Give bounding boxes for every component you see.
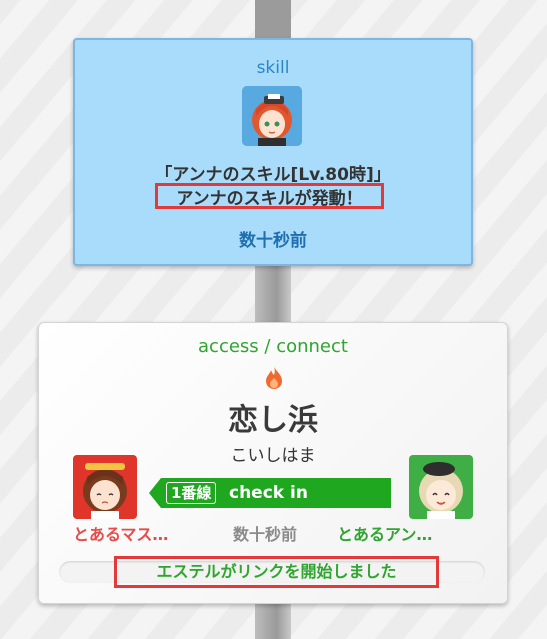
skill-title: skill [256,58,290,78]
link-start-message: エステルがリンクを開始しました [114,556,439,588]
right-user-avatar-icon[interactable] [409,455,473,519]
checkin-label: check in [229,483,308,503]
flame-icon [264,366,284,390]
sign-pole-bottom [255,602,291,639]
access-card[interactable]: access / connect 恋し浜 こいしはま 1番線 check in [38,322,508,604]
anna-avatar-icon[interactable] [242,86,302,146]
right-user-name[interactable]: とあるアン… [337,521,432,545]
access-timestamp: 数十秒前 [233,525,298,544]
access-title: access / connect [198,336,348,357]
skill-name: 「アンナのスキル[Lv.80時]」 [155,165,391,185]
line-number-badge: 1番線 [166,482,217,504]
skill-timestamp: 数十秒前 [239,231,307,251]
skill-activated-message: アンナのスキルが発動！ [155,183,384,209]
skill-card[interactable]: skill 「アンナのスキル[Lv.80時]」 アンナのスキルが発動！ 数十秒前 [73,38,473,266]
left-user-name[interactable]: とあるマス… [73,521,168,545]
checkin-bar: 1番線 check in [149,478,391,508]
sign-pole-middle [255,262,291,324]
left-user-avatar-icon[interactable] [73,455,137,519]
station-name: 恋し浜 [228,403,318,438]
sign-pole-top [255,0,291,40]
